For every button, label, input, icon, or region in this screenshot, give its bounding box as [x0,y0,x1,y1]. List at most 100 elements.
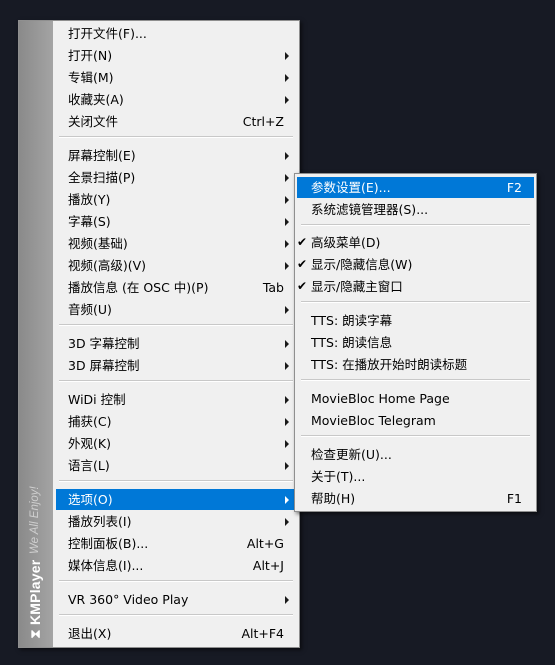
menu-item-close-file[interactable]: 关闭文件 Ctrl+Z [56,111,296,132]
menu-item-video-basic[interactable]: 视频(基础) [56,233,296,254]
menu-item-screen-control[interactable]: 屏幕控制(E) [56,145,296,166]
menu-item-label: 媒体信息(I)... [68,558,144,573]
submenu-item-moviebloc-home[interactable]: MovieBloc Home Page [297,388,534,409]
submenu-item-advanced-menu[interactable]: ✔ 高级菜单(D) [297,232,534,253]
menu-separator [59,614,293,616]
main-context-menu: ⧗ KMPlayer We All Enjoy! 打开文件(F)... 打开(N… [18,20,300,648]
menu-item-widi-control[interactable]: WiDi 控制 [56,389,296,410]
menu-item-label: 专辑(M) [68,70,114,85]
menu-item-language[interactable]: 语言(L) [56,455,296,476]
menu-item-shortcut: Alt+J [252,558,284,573]
menu-item-label: 3D 字幕控制 [68,336,140,351]
menu-item-shortcut: Ctrl+Z [242,114,284,129]
menu-item-label: 检查更新(U)... [311,447,392,462]
submenu-item-tts-read-title[interactable]: TTS: 在播放开始时朗读标题 [297,354,534,375]
menu-item-label: 系统滤镜管理器(S)... [311,202,429,217]
menu-item-label: 屏幕控制(E) [68,148,136,163]
menu-separator [301,379,530,381]
menu-item-album[interactable]: 专辑(M) [56,67,296,88]
menu-item-label: 显示/隐藏主窗口 [311,279,403,294]
checkmark-icon: ✔ [297,279,308,293]
menu-separator [59,380,293,382]
menu-item-label: 关于(T)... [311,469,366,484]
brand-name: KMPlayer [27,559,43,626]
menu-item-label: 选项(O) [68,492,113,507]
menu-separator [59,480,293,482]
menu-item-label: 外观(K) [68,436,111,451]
menu-item-audio[interactable]: 音频(U) [56,299,296,320]
menu-separator [59,136,293,138]
menu-item-label: WiDi 控制 [68,392,126,407]
menu-item-media-info[interactable]: 媒体信息(I)... Alt+J [56,555,296,576]
submenu-arrow-icon [285,52,289,60]
menu-item-label: VR 360° Video Play [68,592,189,607]
menu-item-label: TTS: 朗读字幕 [311,313,393,328]
menu-item-label: TTS: 在播放开始时朗读标题 [311,357,468,372]
menu-item-shortcut: F1 [506,491,522,506]
menu-item-label: 显示/隐藏信息(W) [311,257,413,272]
options-submenu: 参数设置(E)... F2 系统滤镜管理器(S)... ✔ 高级菜单(D) ✔ 显示/… [294,173,537,512]
menu-item-skin[interactable]: 外观(K) [56,433,296,454]
submenu-arrow-icon [285,418,289,426]
menu-item-playlist[interactable]: 播放列表(I) [56,511,296,532]
menu-item-label: MovieBloc Home Page [311,391,450,406]
menu-item-playback[interactable]: 播放(Y) [56,189,296,210]
menu-item-shortcut: Alt+F4 [241,626,284,641]
menu-separator [301,301,530,303]
submenu-item-tts-read-info[interactable]: TTS: 朗读信息 [297,332,534,353]
submenu-item-filter-manager[interactable]: 系统滤镜管理器(S)... [297,199,534,220]
checkmark-icon: ✔ [297,257,308,271]
menu-item-3d-screen-control[interactable]: 3D 屏幕控制 [56,355,296,376]
menu-item-favorites[interactable]: 收藏夹(A) [56,89,296,110]
submenu-arrow-icon [285,596,289,604]
menu-item-control-panel[interactable]: 控制面板(B)... Alt+G [56,533,296,554]
menu-item-pan-scan[interactable]: 全景扫描(P) [56,167,296,188]
menu-item-label: 3D 屏幕控制 [68,358,140,373]
menu-item-label: 全景扫描(P) [68,170,136,185]
menu-item-label: 控制面板(B)... [68,536,149,551]
submenu-arrow-icon [285,340,289,348]
submenu-arrow-icon [285,74,289,82]
menu-item-label: 帮助(H) [311,491,356,506]
menu-separator [301,224,530,226]
menu-separator [59,580,293,582]
kmplayer-logo-icon: ⧗ [27,629,43,639]
submenu-item-moviebloc-telegram[interactable]: MovieBloc Telegram [297,410,534,431]
menu-item-vr-360-video-play[interactable]: VR 360° Video Play [56,589,296,610]
menu-item-label: 播放(Y) [68,192,111,207]
submenu-arrow-icon [285,362,289,370]
submenu-item-check-updates[interactable]: 检查更新(U)... [297,444,534,465]
menu-item-capture[interactable]: 捕获(C) [56,411,296,432]
menu-item-options[interactable]: 选项(O) [56,489,296,510]
submenu-item-preferences[interactable]: 参数设置(E)... F2 [297,177,534,198]
menu-item-label: 视频(基础) [68,236,128,251]
submenu-item-toggle-main-window[interactable]: ✔ 显示/隐藏主窗口 [297,276,534,297]
submenu-item-help[interactable]: 帮助(H) F1 [297,488,534,509]
submenu-item-tts-read-subtitles[interactable]: TTS: 朗读字幕 [297,310,534,331]
menu-item-shortcut: F2 [506,180,522,195]
menu-item-open[interactable]: 打开(N) [56,45,296,66]
menu-item-3d-subtitle-control[interactable]: 3D 字幕控制 [56,333,296,354]
menu-item-label: 播放信息 (在 OSC 中)(P) [68,280,209,295]
menu-item-subtitles[interactable]: 字幕(S) [56,211,296,232]
menu-item-playback-info[interactable]: 播放信息 (在 OSC 中)(P) Tab [56,277,296,298]
menu-item-label: 收藏夹(A) [68,92,124,107]
menu-item-exit[interactable]: 退出(X) Alt+F4 [56,623,296,644]
menu-item-shortcut: Tab [262,280,284,295]
submenu-arrow-icon [285,462,289,470]
menu-item-label: 捕获(C) [68,414,112,429]
submenu-arrow-icon [285,240,289,248]
menu-item-open-file[interactable]: 打开文件(F)... [56,23,296,44]
submenu-arrow-icon [285,218,289,226]
menu-item-video-advanced[interactable]: 视频(高级)(V) [56,255,296,276]
submenu-item-toggle-info[interactable]: ✔ 显示/隐藏信息(W) [297,254,534,275]
submenu-item-about[interactable]: 关于(T)... [297,466,534,487]
submenu-arrow-icon [285,496,289,504]
menu-item-label: MovieBloc Telegram [311,413,436,428]
submenu-arrow-icon [285,96,289,104]
menu-item-shortcut: Alt+G [246,536,284,551]
checkmark-icon: ✔ [297,235,308,249]
submenu-arrow-icon [285,306,289,314]
menu-separator [59,324,293,326]
brand-tagline: We All Enjoy! [29,486,41,554]
